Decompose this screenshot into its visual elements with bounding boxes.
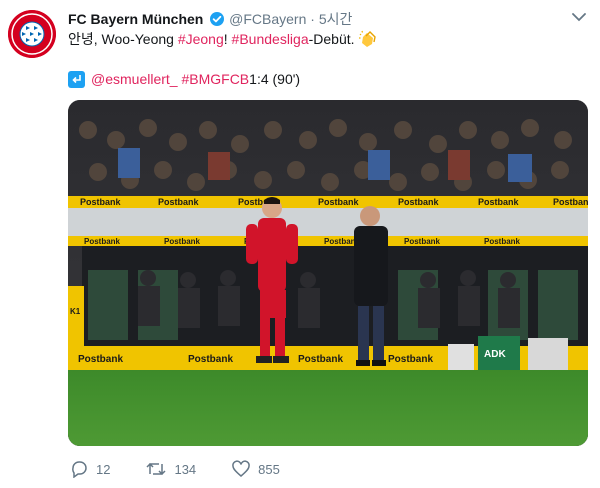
stadium-scene: Postbank Postbank Postbank Postbank Postba… bbox=[68, 100, 588, 446]
exclaim-text: ! bbox=[223, 31, 232, 47]
ad-postbank-upper: Postbank bbox=[80, 197, 122, 207]
greeting-text: 안녕, Woo-Yeong bbox=[68, 31, 178, 47]
author-name[interactable]: FC Bayern München bbox=[68, 11, 203, 27]
hashtag-bundesliga[interactable]: #Bundesliga bbox=[232, 31, 309, 47]
heart-icon bbox=[232, 460, 250, 477]
chevron-down-icon[interactable] bbox=[572, 12, 586, 22]
tweet-header: FC Bayern München @FCBayern · 5시간 bbox=[68, 10, 560, 28]
svg-text:Postbank: Postbank bbox=[478, 197, 520, 207]
retweet-icon bbox=[146, 462, 166, 476]
svg-text:Postbank: Postbank bbox=[404, 237, 441, 246]
verified-badge-icon bbox=[210, 12, 225, 26]
board-number: K1 bbox=[70, 307, 81, 316]
svg-text:Postbank: Postbank bbox=[84, 237, 121, 246]
svg-text:Postbank: Postbank bbox=[388, 354, 433, 365]
svg-text:Postbank: Postbank bbox=[484, 237, 521, 246]
avatar[interactable] bbox=[8, 10, 56, 58]
reply-arrow-icon bbox=[68, 70, 85, 88]
mention-link[interactable]: @esmuellert_ bbox=[91, 70, 178, 88]
tweet-photo[interactable]: Postbank Postbank Postbank Postbank Postba… bbox=[68, 100, 588, 446]
score-text: 1:4 (90') bbox=[249, 71, 301, 87]
ad-adk: ADK bbox=[484, 349, 506, 360]
svg-text:Postbank: Postbank bbox=[298, 354, 343, 365]
reply-count: 12 bbox=[96, 461, 111, 477]
like-count: 855 bbox=[258, 461, 280, 477]
svg-text:Postbank: Postbank bbox=[553, 197, 588, 207]
hashtag-bmgfcb[interactable]: #BMGFCB bbox=[181, 70, 249, 88]
fc-bayern-logo bbox=[8, 10, 56, 58]
author-handle[interactable]: @FCBayern bbox=[229, 11, 306, 27]
svg-text:Postbank: Postbank bbox=[164, 237, 201, 246]
tweet-actions: 12 134 855 bbox=[70, 460, 316, 478]
quote-line: @esmuellert_ #BMGFCB 1:4 (90') bbox=[68, 70, 300, 88]
svg-text:Postbank: Postbank bbox=[188, 354, 233, 365]
svg-text:Postbank: Postbank bbox=[78, 354, 123, 365]
retweet-button[interactable]: 134 bbox=[146, 460, 196, 478]
separator-dot: · bbox=[310, 11, 315, 27]
tweet-text: 안녕, Woo-Yeong #Jeong! #Bundesliga-Debüt. bbox=[68, 30, 378, 48]
like-button[interactable]: 855 bbox=[232, 460, 280, 478]
clapping-hands-icon bbox=[359, 30, 377, 47]
reply-button[interactable]: 12 bbox=[70, 460, 110, 478]
svg-text:Postbank: Postbank bbox=[398, 197, 440, 207]
svg-text:Postbank: Postbank bbox=[318, 197, 360, 207]
debut-text: -Debüt. bbox=[308, 31, 359, 47]
tweet-timestamp[interactable]: 5시간 bbox=[319, 11, 353, 27]
retweet-count: 134 bbox=[174, 461, 197, 477]
svg-text:Postbank: Postbank bbox=[158, 197, 200, 207]
reply-icon bbox=[72, 461, 87, 478]
hashtag-jeong[interactable]: #Jeong bbox=[178, 31, 224, 47]
